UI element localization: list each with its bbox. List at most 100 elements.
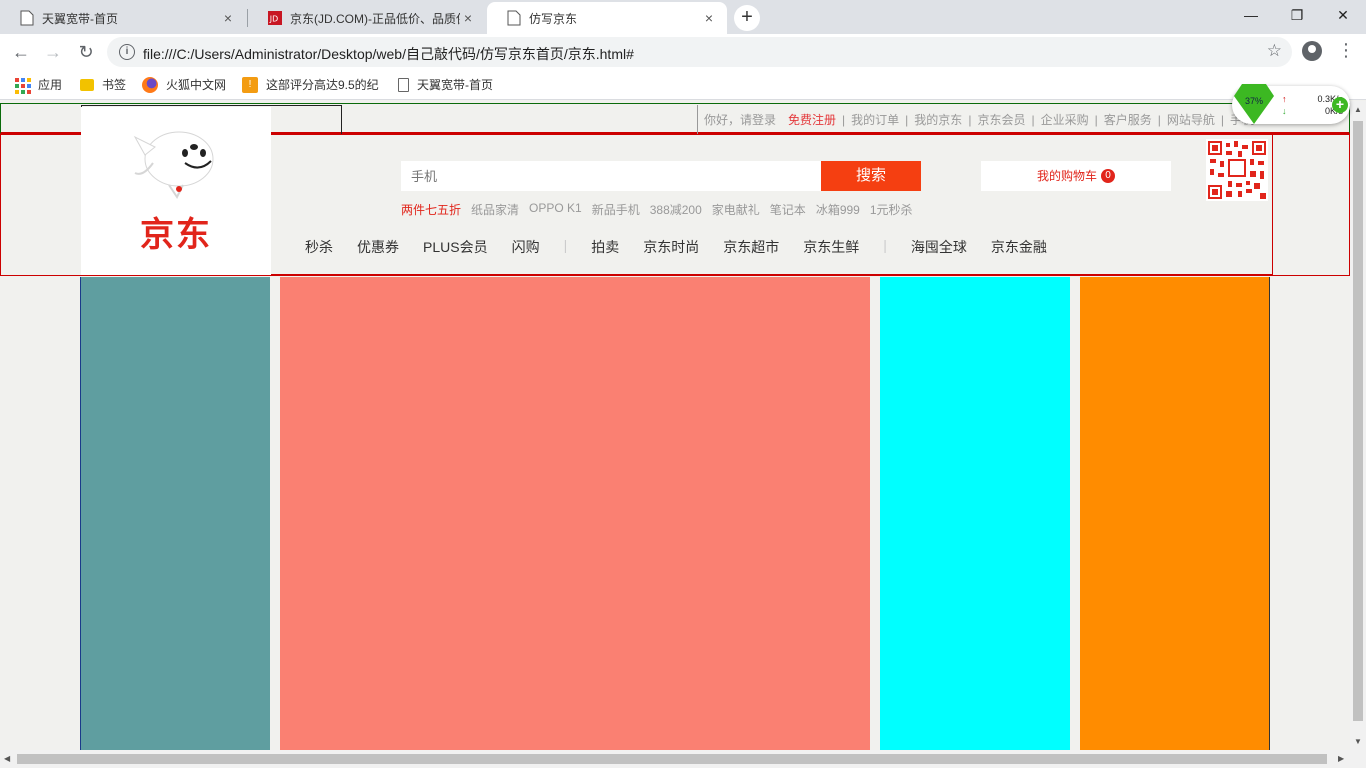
cart-label: 我的购物车 <box>1036 169 1097 183</box>
tab-jd[interactable]: JD 京东(JD.COM)-正品低价、品质保障、配送及时、轻松购物！ × <box>248 2 486 34</box>
nav-jd-supermarket[interactable]: 京东超市 <box>723 237 779 257</box>
upload-arrow-icon: ↑ <box>1282 94 1287 104</box>
browser-menu-icon[interactable]: ⋮ <box>1337 40 1355 60</box>
hotword-link[interactable]: OPPO K1 <box>529 201 582 218</box>
joy-dog-mascot-icon <box>133 131 214 199</box>
minimize-button[interactable]: — <box>1228 0 1274 30</box>
bookmark-apps[interactable]: 应用 <box>14 76 63 94</box>
enterprise-link[interactable]: 企业采购 <box>1041 111 1089 128</box>
my-jd-link[interactable]: 我的京东 <box>914 111 962 128</box>
hotword-link[interactable]: 家电献礼 <box>712 201 760 218</box>
separator: | <box>1157 112 1161 127</box>
nav-jd-finance[interactable]: 京东金融 <box>991 237 1047 257</box>
forward-button[interactable]: → <box>41 40 65 64</box>
close-tab-icon[interactable]: × <box>701 10 717 26</box>
bookmark-label: 这部评分高达9.5的纪 <box>266 78 379 92</box>
search-button[interactable]: 搜索 <box>821 161 921 191</box>
nav-divider: | <box>883 237 887 253</box>
nav-coupons[interactable]: 优惠券 <box>357 237 399 257</box>
bookmark-folder[interactable]: 书签 <box>80 76 126 93</box>
customer-service-link[interactable]: 客户服务 <box>1104 111 1152 128</box>
site-nav-link[interactable]: 网站导航 <box>1167 111 1215 128</box>
page-icon <box>20 10 34 26</box>
bookmark-douban[interactable]: ! 这部评分高达9.5的纪 <box>242 76 379 93</box>
nav-plus-member[interactable]: PLUS会员 <box>423 237 488 257</box>
svg-text:JD: JD <box>269 15 278 24</box>
hotword-link[interactable]: 两件七五折 <box>401 201 461 218</box>
nav-jd-fashion[interactable]: 京东时尚 <box>643 237 699 257</box>
scroll-right-arrow-icon[interactable]: ▶ <box>1338 754 1344 763</box>
qr-code-icon <box>1206 139 1268 201</box>
jd-member-link[interactable]: 京东会员 <box>977 111 1025 128</box>
column-cyan <box>880 277 1070 750</box>
douban-book-icon: ! <box>242 76 258 93</box>
browser-tab-strip: 天翼宽带-首页 × JD 京东(JD.COM)-正品低价、品质保障、配送及时、轻… <box>0 0 1366 34</box>
page-icon <box>398 77 409 92</box>
cart-count-badge: 0 <box>1101 169 1115 183</box>
nav-divider: | <box>563 237 568 253</box>
tab-title: 天翼宽带-首页 <box>42 11 118 26</box>
tab-title: 京东(JD.COM)-正品低价、品质保障、配送及时、轻松购物！ <box>290 11 460 26</box>
nav-auction[interactable]: 拍卖 <box>591 237 619 257</box>
reload-button[interactable]: ↻ <box>74 40 98 64</box>
hotword-link[interactable]: 笔记本 <box>770 201 806 218</box>
url-text[interactable]: file:///C:/Users/Administrator/Desktop/w… <box>143 44 634 64</box>
nav-global[interactable]: 海囤全球 <box>911 237 967 257</box>
browser-toolbar: ← → ↻ i file:///C:/Users/Administrator/D… <box>0 34 1366 70</box>
close-window-button[interactable]: ✕ <box>1320 0 1366 30</box>
close-tab-icon[interactable]: × <box>460 10 476 26</box>
column-cadetblue <box>80 277 270 750</box>
new-tab-button[interactable]: + <box>734 5 760 31</box>
search-input[interactable] <box>401 161 821 191</box>
cart-button[interactable]: 我的购物车 0 <box>981 161 1171 191</box>
hotword-link[interactable]: 冰箱999 <box>816 201 860 218</box>
address-bar[interactable]: i file:///C:/Users/Administrator/Desktop… <box>107 37 1292 67</box>
widget-percent: 37% <box>1244 96 1263 106</box>
nav-flash-sale[interactable]: 闪购 <box>512 237 540 257</box>
scroll-down-arrow-icon[interactable]: ▼ <box>1354 737 1362 746</box>
hotword-link[interactable]: 纸品家清 <box>471 201 519 218</box>
login-link[interactable]: 你好，请登录 <box>704 111 776 128</box>
bookmark-star-icon[interactable]: ☆ <box>1267 41 1282 61</box>
firefox-icon <box>142 76 158 93</box>
bookmark-firefox[interactable]: 火狐中文网 <box>142 76 226 93</box>
register-link[interactable]: 免费注册 <box>788 111 836 128</box>
restore-button[interactable]: ❐ <box>1274 0 1320 30</box>
scroll-up-arrow-icon[interactable]: ▲ <box>1354 105 1362 114</box>
jd-favicon: JD <box>268 11 282 25</box>
nav-jd-fresh[interactable]: 京东生鲜 <box>803 237 859 257</box>
bookmark-tianyi[interactable]: 天翼宽带-首页 <box>398 76 493 93</box>
page-viewport: 你好，请登录 免费注册 | 我的订单 | 我的京东 | 京东会员 | 企业采购 … <box>0 101 1350 750</box>
tab-fangxie-jd[interactable]: 仿写京东 × <box>487 2 727 34</box>
vertical-scrollbar[interactable]: ▲ ▼ <box>1350 101 1366 750</box>
separator: | <box>968 112 972 127</box>
separator: | <box>1094 112 1098 127</box>
scroll-left-arrow-icon[interactable]: ◀ <box>4 754 10 763</box>
hotword-link[interactable]: 388减200 <box>650 201 702 218</box>
column-salmon <box>280 277 870 750</box>
page-icon <box>507 10 521 26</box>
horizontal-scroll-thumb[interactable] <box>17 754 1327 764</box>
back-button[interactable]: ← <box>9 40 33 64</box>
bookmarks-bar: 应用 书签 火狐中文网 ! 这部评分高达9.5的纪 天翼宽带-首页 <box>0 70 1366 100</box>
account-icon[interactable] <box>1302 41 1322 61</box>
download-arrow-icon: ↓ <box>1282 106 1287 116</box>
logo[interactable]: 京东 <box>81 107 271 275</box>
site-info-icon[interactable]: i <box>119 44 135 60</box>
my-orders-link[interactable]: 我的订单 <box>851 111 899 128</box>
logo-text: 京东 <box>140 216 212 254</box>
bookmark-label: 火狐中文网 <box>166 78 227 92</box>
bookmark-label: 天翼宽带-首页 <box>417 78 493 92</box>
hotword-link[interactable]: 1元秒杀 <box>870 201 913 218</box>
horizontal-scrollbar[interactable]: ◀ ▶ <box>0 750 1366 768</box>
widget-plus-icon[interactable]: + <box>1332 97 1348 113</box>
bookmark-label: 应用 <box>38 78 63 92</box>
tab-title: 仿写京东 <box>529 11 578 26</box>
hotword-link[interactable]: 新品手机 <box>592 201 640 218</box>
nav-seckill[interactable]: 秒杀 <box>305 237 333 257</box>
vertical-scroll-thumb[interactable] <box>1353 121 1363 721</box>
bookmark-label: 书签 <box>102 78 127 92</box>
tab-tianyi[interactable]: 天翼宽带-首页 × <box>0 2 246 34</box>
close-tab-icon[interactable]: × <box>220 10 236 26</box>
column-orange <box>1080 277 1270 750</box>
